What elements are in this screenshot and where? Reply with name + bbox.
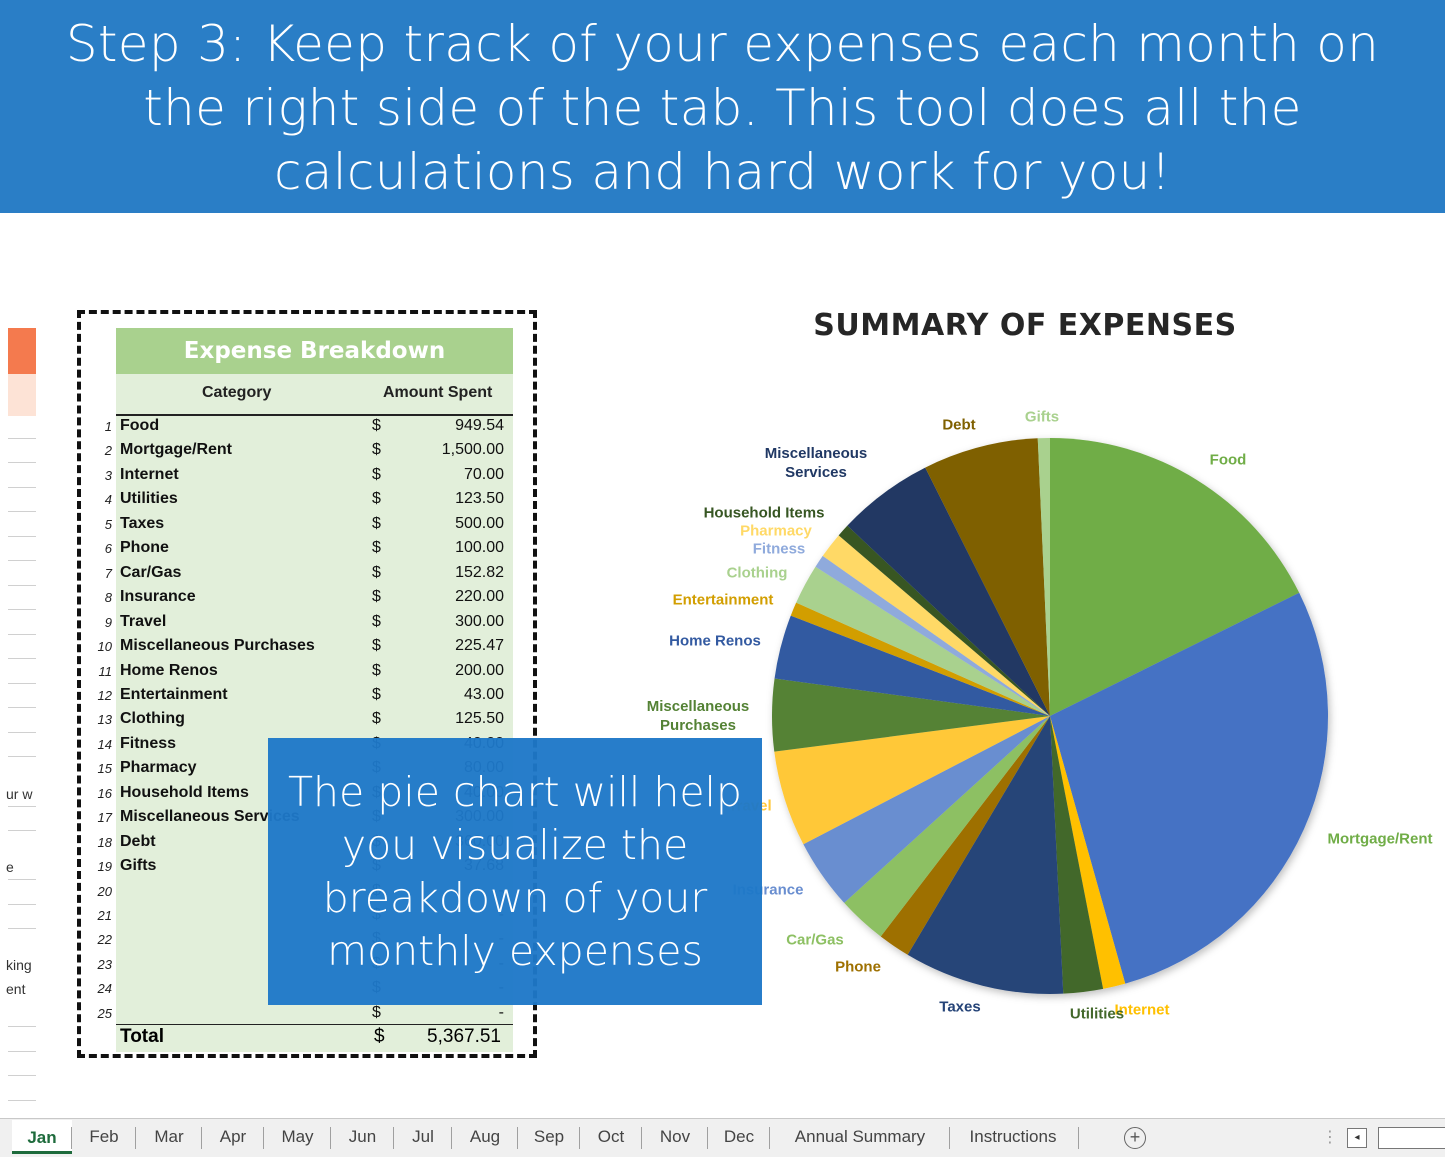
tab-separator [579,1127,580,1149]
tab-separator [330,1127,331,1149]
pie-data-label: Miscellaneous Services [764,445,868,481]
sheet-tab-may[interactable]: May [264,1119,331,1155]
callout-line: you visualize the [341,821,689,869]
sheet-tab-sep[interactable]: Sep [518,1119,580,1155]
pie-data-label: Household Items [703,504,825,522]
add-sheet-button[interactable]: + [1124,1127,1146,1149]
pie-data-label: Phone [835,958,881,976]
callout-box: The pie chart will help you visualize th… [268,738,762,1005]
sheet-tab-mar[interactable]: Mar [136,1119,202,1155]
tab-separator [263,1127,264,1149]
horizontal-scrollbar[interactable] [1378,1127,1445,1149]
pie-data-label: Car/Gas [786,931,844,949]
tab-separator [707,1127,708,1149]
pie-data-label: Fitness [752,540,806,558]
tab-separator [769,1127,770,1149]
sheet-tab-feb[interactable]: Feb [72,1119,136,1155]
sheet-tab-instructions[interactable]: Instructions [950,1119,1076,1155]
sheet-tab-jan[interactable]: Jan [12,1120,72,1154]
tab-separator [949,1127,950,1149]
pie-data-label: Food [1209,451,1247,469]
sheet-tab-aug[interactable]: Aug [452,1119,518,1155]
callout-line: monthly expenses [327,927,703,975]
pie-slices [771,438,1328,995]
pie-data-label: Utilities [1069,1005,1125,1023]
scroll-left-button[interactable]: ◂ [1347,1128,1367,1148]
sheet-tab-apr[interactable]: Apr [202,1119,264,1155]
pie-data-label: Mortgage/Rent [1327,830,1433,848]
tab-separator [1078,1127,1079,1149]
sheet-tab-jul[interactable]: Jul [394,1119,452,1155]
tab-separator [641,1127,642,1149]
callout-line: breakdown of your [322,874,708,922]
pie-data-label: Clothing [726,564,788,582]
tab-separator [393,1127,394,1149]
tab-separator [201,1127,202,1149]
pie-data-label: Entertainment [672,591,774,609]
pie-data-label: Miscellaneous Purchases [646,698,750,734]
pie-data-label: Pharmacy [740,522,812,540]
sheet-tab-nov[interactable]: Nov [642,1119,708,1155]
pie-data-label: Home Renos [669,632,761,650]
sheet-tab-bar: Jan Feb Mar Apr May Jun Jul Aug Sep Oct Nov Dec Annu… [0,1118,1445,1157]
pie-data-label: Taxes [939,998,981,1016]
tab-separator [451,1127,452,1149]
callout-line: The pie chart will help [288,768,742,816]
sheet-tab-dec[interactable]: Dec [708,1119,770,1155]
pie-data-label: Debt [942,416,976,434]
sheet-tab-oct[interactable]: Oct [580,1119,642,1155]
tab-separator [517,1127,518,1149]
tab-separator [135,1127,136,1149]
more-options-icon[interactable]: ⋮ [1322,1127,1338,1147]
tab-separator [71,1127,72,1149]
sheet-tab-jun[interactable]: Jun [331,1119,394,1155]
sheet-tab-annual-summary[interactable]: Annual Summary [770,1119,950,1155]
pie-data-label: Gifts [1024,408,1060,426]
